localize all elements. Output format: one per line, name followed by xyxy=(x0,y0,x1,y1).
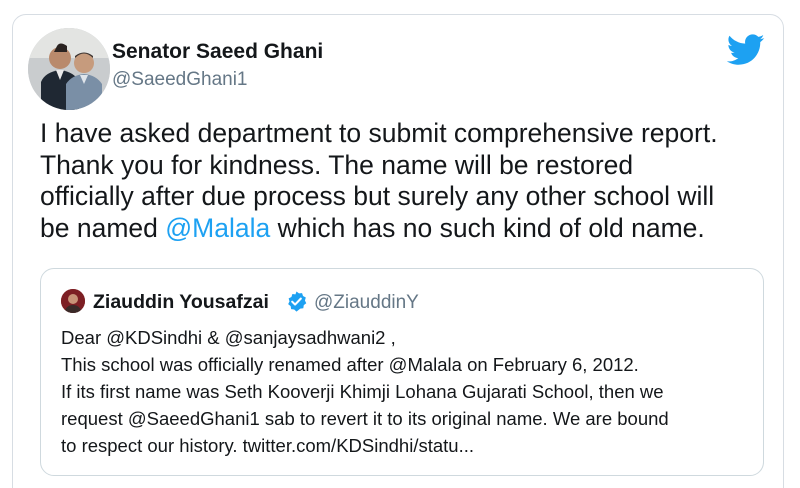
tweet-line: officially after due process but surely … xyxy=(40,181,715,211)
tweet-line: Thank you for kindness. The name will be… xyxy=(40,149,634,180)
mention-link-malala[interactable]: @Malala xyxy=(165,213,270,243)
quoted-tweet-line: Dear @KDSindhi & @sanjaysadhwani2 , xyxy=(61,327,396,348)
author-avatar[interactable] xyxy=(28,28,110,110)
tweet-line: I have asked department to submit compre… xyxy=(40,118,718,148)
quoted-author-name[interactable]: Ziauddin Yousafzai xyxy=(93,291,269,314)
quoted-tweet-line: request @SaeedGhani1 sab to revert it to… xyxy=(61,408,669,429)
tweet-line-text: be named xyxy=(40,212,166,243)
quoted-tweet-card[interactable]: Ziauddin Yousafzai @ZiauddinY Dear @KDSi… xyxy=(40,268,764,476)
quoted-tweet-line: If its first name was Seth Kooverji Khim… xyxy=(61,381,664,402)
tweet-line-text: which has no such kind of old name. xyxy=(270,212,705,243)
tweet-text: I have asked department to submit compre… xyxy=(40,118,780,244)
author-name[interactable]: Senator Saeed Ghani xyxy=(112,40,323,64)
quoted-author-avatar[interactable] xyxy=(61,289,85,313)
quoted-tweet-line: to respect our history. twitter.com/KDSi… xyxy=(61,435,474,456)
author-handle[interactable]: @SaeedGhani1 xyxy=(112,69,248,91)
quoted-tweet-text: Dear @KDSindhi & @sanjaysadhwani2 , This… xyxy=(61,324,669,459)
verified-badge-icon xyxy=(285,290,308,313)
tweet-line: be named @Malala which has no such kind … xyxy=(40,213,780,245)
quoted-tweet-line: This school was officially renamed after… xyxy=(61,354,639,375)
quoted-author-handle[interactable]: @ZiauddinY xyxy=(314,292,419,314)
twitter-bird-icon[interactable] xyxy=(726,34,765,66)
